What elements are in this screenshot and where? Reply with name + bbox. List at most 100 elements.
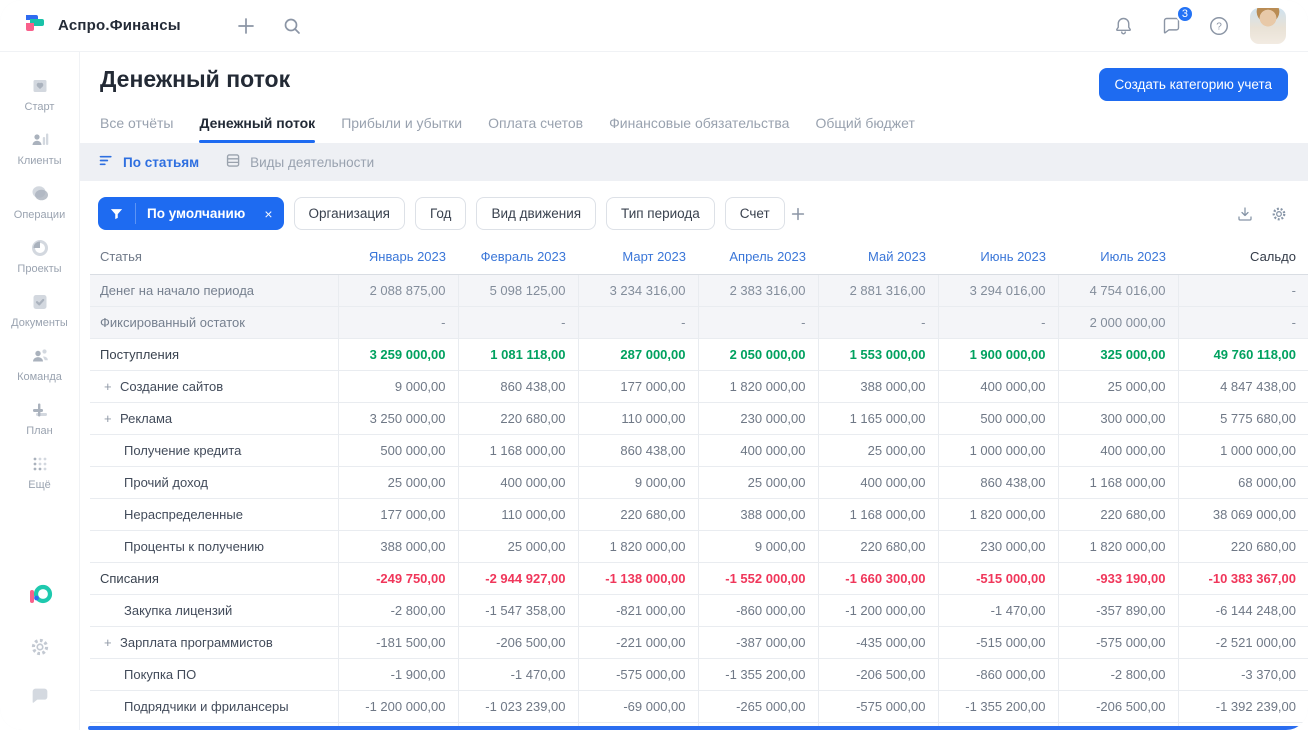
active-filter-chip[interactable]: По умолчанию ×	[98, 197, 284, 230]
help-icon[interactable]: ?	[1202, 9, 1236, 43]
tab-1[interactable]: Все отчёты	[100, 115, 173, 143]
cell-value: 49 760 118,00	[1177, 337, 1308, 371]
table-settings-gear-icon[interactable]	[1270, 205, 1288, 223]
add-filter-icon[interactable]	[789, 205, 807, 223]
cell-value: 25 000,00	[817, 434, 938, 467]
brand[interactable]: Аспро.Финансы	[0, 10, 181, 41]
table-row: Поступления 3 259 000,00 1 081 118,00 287 0…	[90, 337, 1308, 371]
row-label[interactable]: +Зарплата программистов	[90, 626, 338, 659]
cell-value: 500 000,00	[937, 402, 1058, 435]
cell-value: -2 521 000,00	[1177, 626, 1308, 659]
column-header-month-3[interactable]: Март 2023	[578, 240, 698, 275]
cell-value: -2 800,00	[337, 594, 458, 627]
cell-value: 1 168 000,00	[1057, 466, 1178, 499]
settings-gear-icon[interactable]	[29, 636, 51, 663]
cell-value: -1 355 200,00	[697, 658, 818, 691]
rows-icon	[225, 152, 242, 172]
filter-chip-3[interactable]: Вид движения	[476, 197, 597, 230]
expand-plus-icon[interactable]: +	[104, 635, 120, 650]
cell-value: -1 660 300,00	[817, 561, 938, 595]
column-header-month-5[interactable]: Май 2023	[818, 240, 938, 275]
row-label[interactable]: Фиксированный остаток	[90, 306, 338, 339]
filter-chip-1[interactable]: Организация	[293, 197, 405, 230]
add-icon[interactable]	[229, 9, 263, 43]
subtab-2[interactable]: Виды деятельности	[225, 152, 374, 172]
sidebar: Старт Клиенты Операции Проекты Документы Кома…	[0, 52, 80, 730]
sidebar-item-7[interactable]: План	[4, 390, 76, 444]
column-header-month-2[interactable]: Февраль 2023	[458, 240, 578, 275]
filter-chip-2[interactable]: Год	[414, 197, 467, 230]
create-category-button[interactable]: Создать категорию учета	[1098, 68, 1288, 101]
notifications-bell-icon[interactable]	[1106, 9, 1140, 43]
home-icon	[28, 74, 52, 98]
cell-value: 400 000,00	[457, 466, 578, 499]
cell-value: 400 000,00	[937, 370, 1058, 403]
cell-value: 5 775 680,00	[1177, 402, 1308, 435]
cell-value: 177 000,00	[577, 370, 698, 403]
row-label[interactable]: Нераспределенные	[90, 498, 338, 531]
cell-value: -860 000,00	[697, 594, 818, 627]
documents-icon	[28, 290, 52, 314]
cell-value: -	[577, 306, 698, 339]
row-label[interactable]: Прочий доход	[90, 466, 338, 499]
support-chat-icon[interactable]	[29, 685, 51, 712]
cell-value: -1 547 358,00	[457, 594, 578, 627]
cell-value: -2 800,00	[1057, 658, 1178, 691]
cell-value: -860 000,00	[937, 658, 1058, 691]
brand-mark-icon[interactable]	[27, 583, 53, 614]
cell-value: -1 470,00	[457, 658, 578, 691]
chat-icon[interactable]: 3	[1154, 4, 1194, 43]
column-header-month-6[interactable]: Июнь 2023	[938, 240, 1058, 275]
row-label[interactable]: + Реклама	[90, 402, 338, 435]
sidebar-item-label: Клиенты	[17, 154, 62, 167]
subtab-1[interactable]: По статьям	[98, 152, 199, 172]
filter-chip-5[interactable]: Счет	[724, 197, 785, 230]
row-label[interactable]: Проценты к получению	[90, 530, 338, 563]
sidebar-item-3[interactable]: Операции	[4, 174, 76, 228]
sidebar-item-1[interactable]: Старт	[4, 66, 76, 120]
cell-value: 9 000,00	[577, 466, 698, 499]
cell-value: 2 881 316,00	[817, 274, 938, 307]
tab-6[interactable]: Общий бюджет	[815, 115, 914, 143]
tab-5[interactable]: Финансовые обязательства	[609, 115, 789, 143]
row-label[interactable]: Получение кредита	[90, 434, 338, 467]
cell-value: 400 000,00	[697, 434, 818, 467]
tab-3[interactable]: Прибыли и убытки	[341, 115, 462, 143]
cell-value: -435 000,00	[817, 626, 938, 659]
sidebar-item-4[interactable]: Проекты	[4, 228, 76, 282]
table-row: Получение кредита 500 000,00 1 168 000,00 8…	[90, 434, 1308, 467]
clear-filter-icon[interactable]: ×	[264, 197, 283, 230]
plan-icon	[28, 398, 52, 422]
sidebar-item-5[interactable]: Документы	[4, 282, 76, 336]
expand-plus-icon[interactable]: +	[104, 379, 120, 394]
sidebar-item-8[interactable]: Ещё	[4, 444, 76, 498]
row-label[interactable]: Закупка лицензий	[90, 594, 338, 627]
horizontal-scrollbar[interactable]	[88, 726, 1302, 730]
filter-funnel-icon	[98, 197, 135, 230]
column-header-month-1[interactable]: Январь 2023	[338, 240, 458, 275]
download-icon[interactable]	[1236, 205, 1254, 223]
row-label[interactable]: Списания	[90, 561, 338, 595]
column-header-month-7[interactable]: Июль 2023	[1058, 240, 1178, 275]
column-header-month-4[interactable]: Апрель 2023	[698, 240, 818, 275]
row-label[interactable]: Поступления	[90, 337, 338, 371]
filter-chip-4[interactable]: Тип периода	[606, 197, 715, 230]
cell-value: -387 000,00	[697, 626, 818, 659]
sidebar-item-2[interactable]: Клиенты	[4, 120, 76, 174]
row-label[interactable]: Покупка ПО	[90, 658, 338, 691]
tab-2[interactable]: Денежный поток	[199, 115, 315, 143]
cell-value: -1 355 200,00	[937, 690, 1058, 723]
user-avatar[interactable]	[1250, 7, 1286, 44]
cell-value: -221 000,00	[577, 626, 698, 659]
row-label[interactable]: + Создание сайтов	[90, 370, 338, 403]
cell-value: 1 820 000,00	[577, 530, 698, 563]
tab-4[interactable]: Оплата счетов	[488, 115, 583, 143]
expand-plus-icon[interactable]: +	[104, 411, 120, 426]
row-label[interactable]: Денег на начало периода	[90, 274, 338, 307]
row-label[interactable]: Подрядчики и фрилансеры	[90, 690, 338, 723]
search-icon[interactable]	[275, 9, 309, 43]
sidebar-item-label: Ещё	[28, 478, 51, 491]
main-content: Денежный поток Создать категорию учета В…	[80, 52, 1308, 730]
cell-value: 400 000,00	[1057, 434, 1178, 467]
sidebar-item-6[interactable]: Команда	[4, 336, 76, 390]
